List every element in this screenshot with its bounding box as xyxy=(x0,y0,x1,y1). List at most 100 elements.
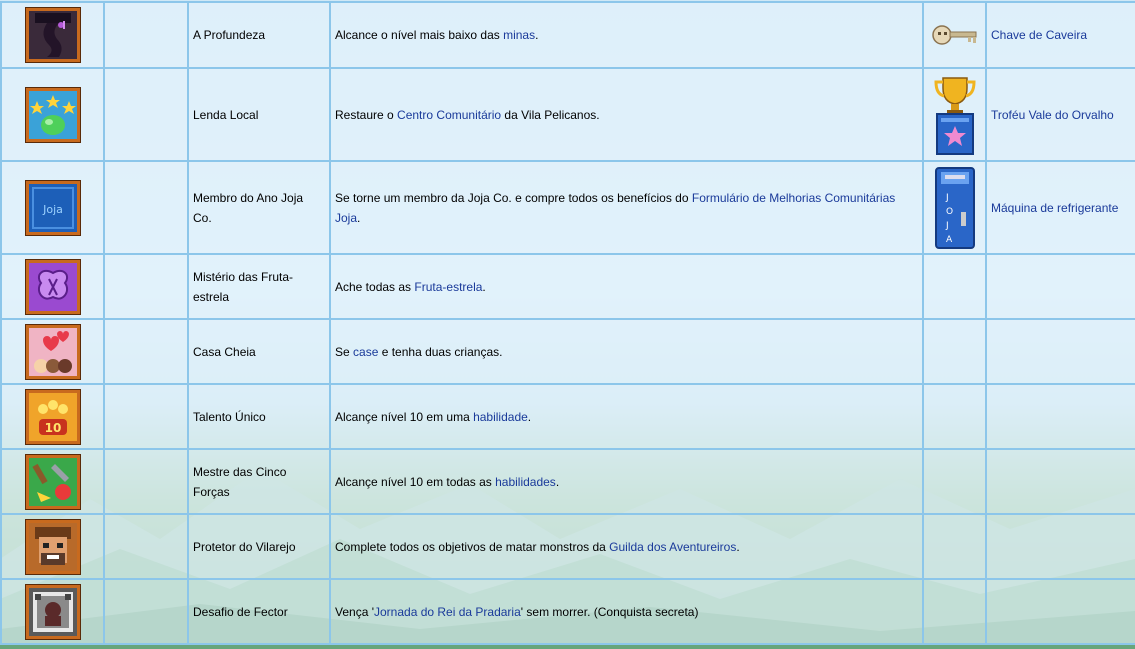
achievement-row: A Profundeza Alcance o nível mais baixo d… xyxy=(0,1,1135,69)
achievement-description: Vença 'Jornada do Rei da Pradaria' sem m… xyxy=(329,578,924,645)
achievement-row: Mestre das Cinco Forças Alcançe nível 10 … xyxy=(0,448,1135,515)
achievement-description: Alcançe nível 10 em uma habilidade. xyxy=(329,383,924,450)
icon-cell xyxy=(0,578,105,645)
reward-cell xyxy=(985,448,1135,515)
empty-cell xyxy=(103,1,189,69)
achievement-description: Complete todos os objetivos de matar mon… xyxy=(329,513,924,580)
achievement-description: Se torne um membro da Joja Co. e compre … xyxy=(329,160,924,255)
description-text: ' sem morrer. (Conquista secreta) xyxy=(520,604,699,619)
skull-key-icon xyxy=(931,25,976,45)
empty-cell xyxy=(103,448,189,515)
reward-image-cell xyxy=(922,253,987,320)
description-text: e tenha duas crianças. xyxy=(378,344,503,359)
icon-cell xyxy=(0,160,105,255)
description-text: Restaure o xyxy=(335,107,398,122)
reward-cell xyxy=(985,318,1135,385)
local-legend-icon xyxy=(24,86,81,143)
description-text: . xyxy=(535,28,539,42)
description-text: . xyxy=(357,210,361,225)
reward-image-cell xyxy=(922,513,987,580)
empty-cell xyxy=(103,578,189,645)
depths-icon xyxy=(24,7,81,63)
empty-cell xyxy=(103,67,189,162)
reward-image-cell xyxy=(922,578,987,645)
svg-text:J: J xyxy=(945,193,949,203)
protector-icon xyxy=(24,518,81,575)
description-text: . xyxy=(555,474,560,489)
description-text: . xyxy=(482,279,486,294)
achievement-description: Alcance o nível mais baixo das minas. xyxy=(329,1,924,69)
description-text: Vença ' xyxy=(335,604,374,619)
full-house-icon xyxy=(24,323,81,380)
svg-text:A: A xyxy=(946,235,953,245)
svg-text:O: O xyxy=(946,207,953,217)
achievements-table: A Profundeza Alcance o nível mais baixo d… xyxy=(0,1,1135,645)
wiki-link[interactable]: Centro Comunitário xyxy=(397,108,501,122)
five-skills-icon xyxy=(24,453,81,510)
achievement-name: Mistério das Fruta-estrela xyxy=(187,253,331,320)
empty-cell xyxy=(103,160,189,255)
description-text: Se torne um membro da Joja Co. e compre … xyxy=(335,190,692,205)
description-text: Se xyxy=(335,344,354,359)
achievement-description: Restaure o Centro Comunitário da Vila Pe… xyxy=(329,67,924,162)
achievement-description: Se case e tenha duas crianças. xyxy=(329,318,924,385)
trophy-icon xyxy=(933,76,976,155)
reward-cell xyxy=(985,578,1135,645)
wiki-link[interactable]: case xyxy=(353,345,378,359)
reward-cell xyxy=(985,253,1135,320)
icon-cell xyxy=(0,318,105,385)
achievement-row: Talento Único Alcançe nível 10 em uma hab… xyxy=(0,383,1135,450)
reward-cell: Chave de Caveira xyxy=(985,1,1135,69)
icon-cell xyxy=(0,67,105,162)
wiki-link[interactable]: habilidade xyxy=(473,410,528,424)
achievement-row: Mistério das Fruta-estrela Ache todas as … xyxy=(0,253,1135,320)
icon-cell xyxy=(0,1,105,69)
reward-link[interactable]: Máquina de refrigerante xyxy=(991,201,1118,215)
description-text: . xyxy=(527,409,532,424)
icon-cell xyxy=(0,513,105,580)
reward-image-cell xyxy=(922,383,987,450)
achievement-name: Lenda Local xyxy=(187,67,331,162)
achievement-name: Protetor do Vilarejo xyxy=(187,513,331,580)
description-text: Alcançe nível 10 em todas as xyxy=(335,474,496,489)
reward-cell: Troféu Vale do Orvalho xyxy=(985,67,1135,162)
soda-machine-icon: JOJA xyxy=(934,166,975,249)
achievement-row: Membro do Ano Joja Co. Se torne um membro… xyxy=(0,160,1135,255)
empty-cell xyxy=(103,318,189,385)
singular-talent-icon xyxy=(24,388,81,445)
reward-image-cell xyxy=(922,1,987,69)
empty-cell xyxy=(103,253,189,320)
reward-image-cell xyxy=(922,67,987,162)
joja-icon xyxy=(24,179,81,236)
achievement-description: Ache todas as Fruta-estrela. xyxy=(329,253,924,320)
achievement-name: Talento Único xyxy=(187,383,331,450)
stardrop-icon xyxy=(24,258,81,315)
reward-image-cell xyxy=(922,448,987,515)
wiki-link[interactable]: Jornada do Rei da Pradaria xyxy=(374,605,521,619)
description-text: da Vila Pelicanos. xyxy=(501,107,600,122)
description-text: Alcance o nível mais baixo das xyxy=(335,28,504,42)
wiki-link[interactable]: minas xyxy=(503,28,535,42)
reward-link[interactable]: Troféu Vale do Orvalho xyxy=(991,108,1114,122)
achievement-name: Casa Cheia xyxy=(187,318,331,385)
wiki-link[interactable]: Guilda dos Aventureiros xyxy=(609,540,736,554)
description-text: Complete todos os objetivos de matar mon… xyxy=(335,539,610,554)
description-text: Ache todas as xyxy=(335,279,415,294)
achievement-row: Desafio de Fector Vença 'Jornada do Rei d… xyxy=(0,578,1135,645)
reward-cell xyxy=(985,383,1135,450)
reward-link[interactable]: Chave de Caveira xyxy=(991,28,1087,42)
empty-cell xyxy=(103,383,189,450)
description-text: . xyxy=(736,539,740,554)
achievement-row: Casa Cheia Se case e tenha duas crianças. xyxy=(0,318,1135,385)
fector-icon xyxy=(24,583,81,640)
achievement-description: Alcançe nível 10 em todas as habilidades… xyxy=(329,448,924,515)
achievement-name: Desafio de Fector xyxy=(187,578,331,645)
reward-cell xyxy=(985,513,1135,580)
wiki-link[interactable]: habilidades xyxy=(495,475,556,489)
achievement-name: Mestre das Cinco Forças xyxy=(187,448,331,515)
icon-cell xyxy=(0,253,105,320)
achievement-row: Lenda Local Restaure o Centro Comunitário… xyxy=(0,67,1135,162)
svg-text:J: J xyxy=(945,221,949,231)
reward-image-cell: JOJA xyxy=(922,160,987,255)
wiki-link[interactable]: Fruta-estrela xyxy=(414,280,482,294)
